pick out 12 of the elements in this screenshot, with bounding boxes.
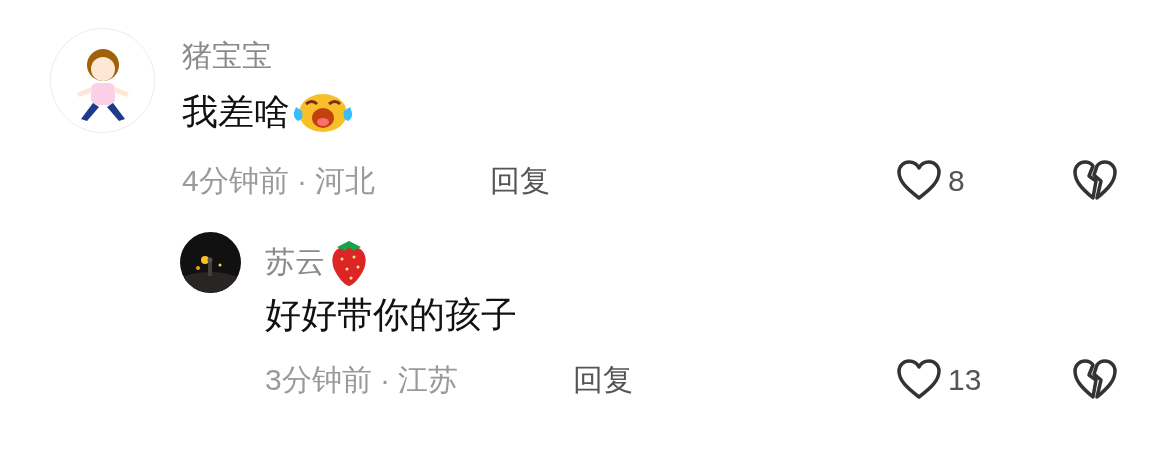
reply-link[interactable]: 回复 (490, 157, 550, 203)
heart-icon[interactable] (896, 159, 942, 201)
broken-heart-icon[interactable] (1072, 159, 1118, 201)
comment-time: 3分钟前 · 江苏 (265, 361, 460, 398)
heart-icon[interactable] (896, 358, 942, 400)
broken-heart-icon[interactable] (1072, 358, 1118, 400)
like-count: 13 (948, 361, 982, 398)
comment-text: 我差啥 (182, 90, 290, 134)
like-count: 8 (948, 162, 965, 199)
comment-text: 好好带你的孩子 (265, 293, 517, 337)
comment-time: 4分钟前 · 河北 (182, 162, 377, 199)
reply-link[interactable]: 回复 (573, 356, 633, 402)
